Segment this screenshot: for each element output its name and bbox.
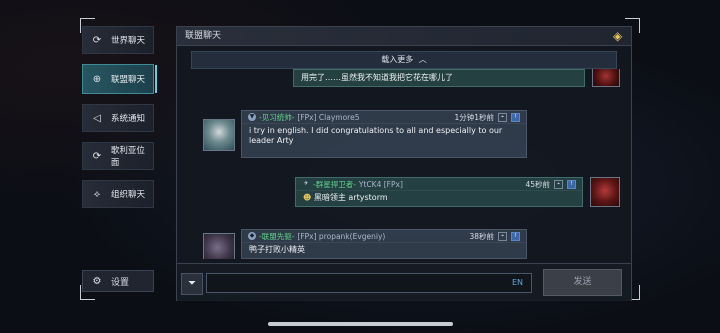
report-icon[interactable]: ! [511,231,520,241]
sidebar-item-goliath-plane[interactable]: ⟳ 歌利亚位面 [82,142,154,170]
translate-icon[interactable]: ⌖ [498,112,507,122]
chat-input[interactable]: EN [206,273,532,293]
send-button[interactable]: 发送 [543,269,622,296]
member-name[interactable]: [FPx] propank(Evgeniy) [297,232,385,241]
input-bar: ⏷ EN 发送 [177,263,631,301]
refresh-icon: ⟳ [92,150,102,162]
diamond-icon[interactable]: ◈ [613,30,625,42]
translate-icon[interactable]: ⌖ [498,231,507,241]
member-title: -见习统帅- [259,112,295,122]
sidebar-item-alliance-chat[interactable]: ⊕ 联盟聊天 [82,64,157,94]
message-bubble: 用完了……虽然我不知道我把它花在哪儿了 [293,69,585,87]
sidebar-item-label: 组织聊天 [111,190,146,200]
channel-sidebar: ⟳ 世界聊天 ⊕ 联盟聊天 ◁ 系统通知 ⟳ 歌利亚位面 ⟡ 组织聊天 [82,26,157,218]
message-text: i try in english. I did congratulations … [249,126,503,145]
avatar[interactable] [203,119,235,151]
member-name[interactable]: [FPx] Claymore5 [297,113,359,122]
settings-button[interactable]: ⚙ 设置 [82,270,154,292]
panel-title: 联盟聊天 [185,31,222,41]
avatar[interactable] [592,69,620,87]
sidebar-item-world-chat[interactable]: ⟳ 世界聊天 [82,26,154,54]
refresh-icon: ⟳ [92,34,102,46]
rank-badge-icon: ✈ [303,180,309,187]
settings-label: 设置 [111,277,130,288]
handshake-icon: ⟡ [93,188,101,200]
message-text: ☻ 黑暗领主 artystorm [296,191,582,205]
sidebar-item-label: 歌利亚位面 [110,146,145,168]
report-icon[interactable]: ! [511,112,520,122]
sidebar-item-label: 世界聊天 [111,36,146,46]
home-indicator[interactable] [268,322,453,326]
gear-icon: ⚙ [92,275,102,287]
sidebar-item-system-notice[interactable]: ◁ 系统通知 [82,104,154,132]
speaker-icon: ◁ [93,112,101,124]
rank-badge-icon: ▼ [248,113,256,121]
sidebar-item-org-chat[interactable]: ⟡ 组织聊天 [82,180,154,208]
member-title: -群星捍卫者- [313,179,356,189]
message-time: 1分钟1秒前 [454,112,494,122]
message-list[interactable]: 用完了……虽然我不知道我把它花在哪儿了 ▼ -见习统帅- [FPx] Claym… [177,69,631,259]
translate-icon[interactable]: ⌖ [554,179,563,189]
member-title: -联盟先驱- [259,231,295,241]
message-header: ◆ -联盟先驱- [FPx] propank(Evgeniy) 38秒前 ⌖ ! [242,230,526,243]
rank-badge-icon: ◆ [248,232,256,240]
language-toggle[interactable]: EN [512,278,523,287]
load-more-label: 载入更多 [381,55,414,64]
message-bubble: ▼ -见习统帅- [FPx] Claymore5 1分钟1秒前 ⌖ ! i tr… [241,110,527,158]
chat-panel: 联盟聊天 ◈ 载入更多 ︿ 用完了……虽然我不知道我把它花在哪儿了 ▼ -见习统… [176,26,632,301]
panel-header: 联盟聊天 ◈ [177,27,631,46]
message-text: 用完了……虽然我不知道我把它花在哪儿了 [301,73,453,82]
message-bubble: ◆ -联盟先驱- [FPx] propank(Evgeniy) 38秒前 ⌖ !… [241,229,527,259]
message-text-content: 黑暗领主 artystorm [313,193,388,202]
chevron-up-icon: ︿ [418,55,427,64]
filter-button[interactable]: ⏷ [181,273,203,295]
message-text: 鸭子打败小精英 [249,245,305,254]
avatar[interactable] [590,177,620,207]
sidebar-item-label: 联盟聊天 [111,75,146,85]
member-name[interactable]: YtCK4 [FPx] [359,180,403,189]
filter-icon: ⏷ [188,278,196,289]
globe-icon: ⊕ [92,73,102,85]
message-header: ▼ -见习统帅- [FPx] Claymore5 1分钟1秒前 ⌖ ! [242,111,526,124]
emoji-icon: ☻ [303,193,312,202]
message-bubble: ✈ -群星捍卫者- YtCK4 [FPx] 45秒前 ⌖ ! ☻ 黑暗领主 ar… [295,177,583,207]
sidebar-item-label: 系统通知 [111,114,146,124]
message-header: ✈ -群星捍卫者- YtCK4 [FPx] 45秒前 ⌖ ! [296,178,582,191]
message-time: 38秒前 [469,231,494,241]
avatar[interactable] [203,233,235,259]
report-icon[interactable]: ! [567,179,576,189]
load-more-button[interactable]: 载入更多 ︿ [191,51,617,69]
message-time: 45秒前 [525,179,550,189]
